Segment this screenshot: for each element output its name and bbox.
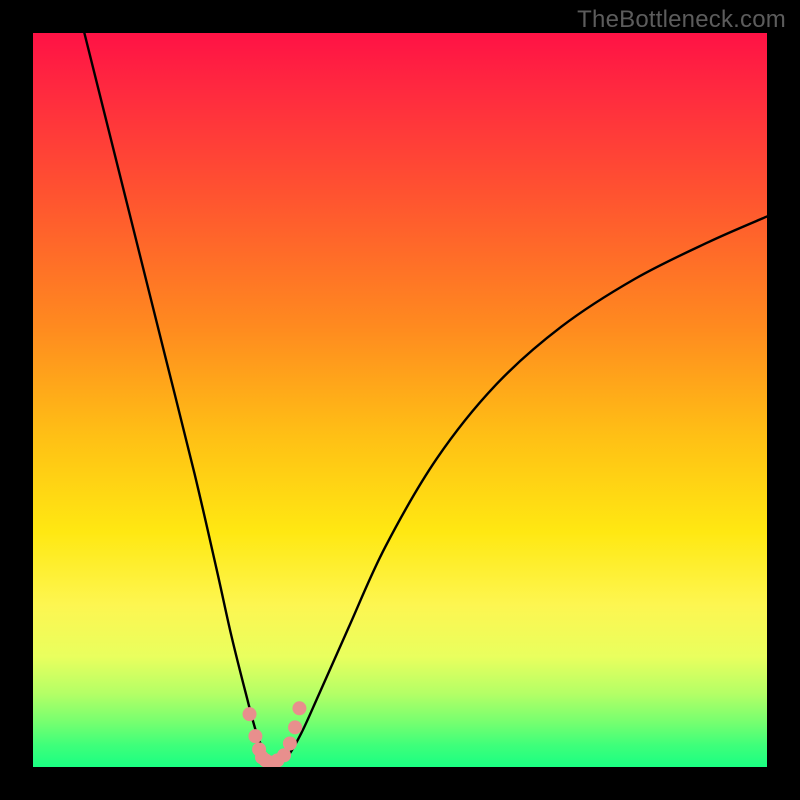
bottleneck-curve — [84, 33, 767, 763]
highlight-dot — [292, 701, 306, 715]
plot-area — [33, 33, 767, 767]
highlight-valley — [243, 701, 307, 767]
curve-layer — [33, 33, 767, 767]
highlight-dot — [248, 729, 262, 743]
highlight-dot — [243, 707, 257, 721]
highlight-dot — [288, 720, 302, 734]
highlight-dot — [283, 737, 297, 751]
watermark-text: TheBottleneck.com — [577, 6, 786, 34]
chart-stage: TheBottleneck.com — [0, 0, 800, 800]
